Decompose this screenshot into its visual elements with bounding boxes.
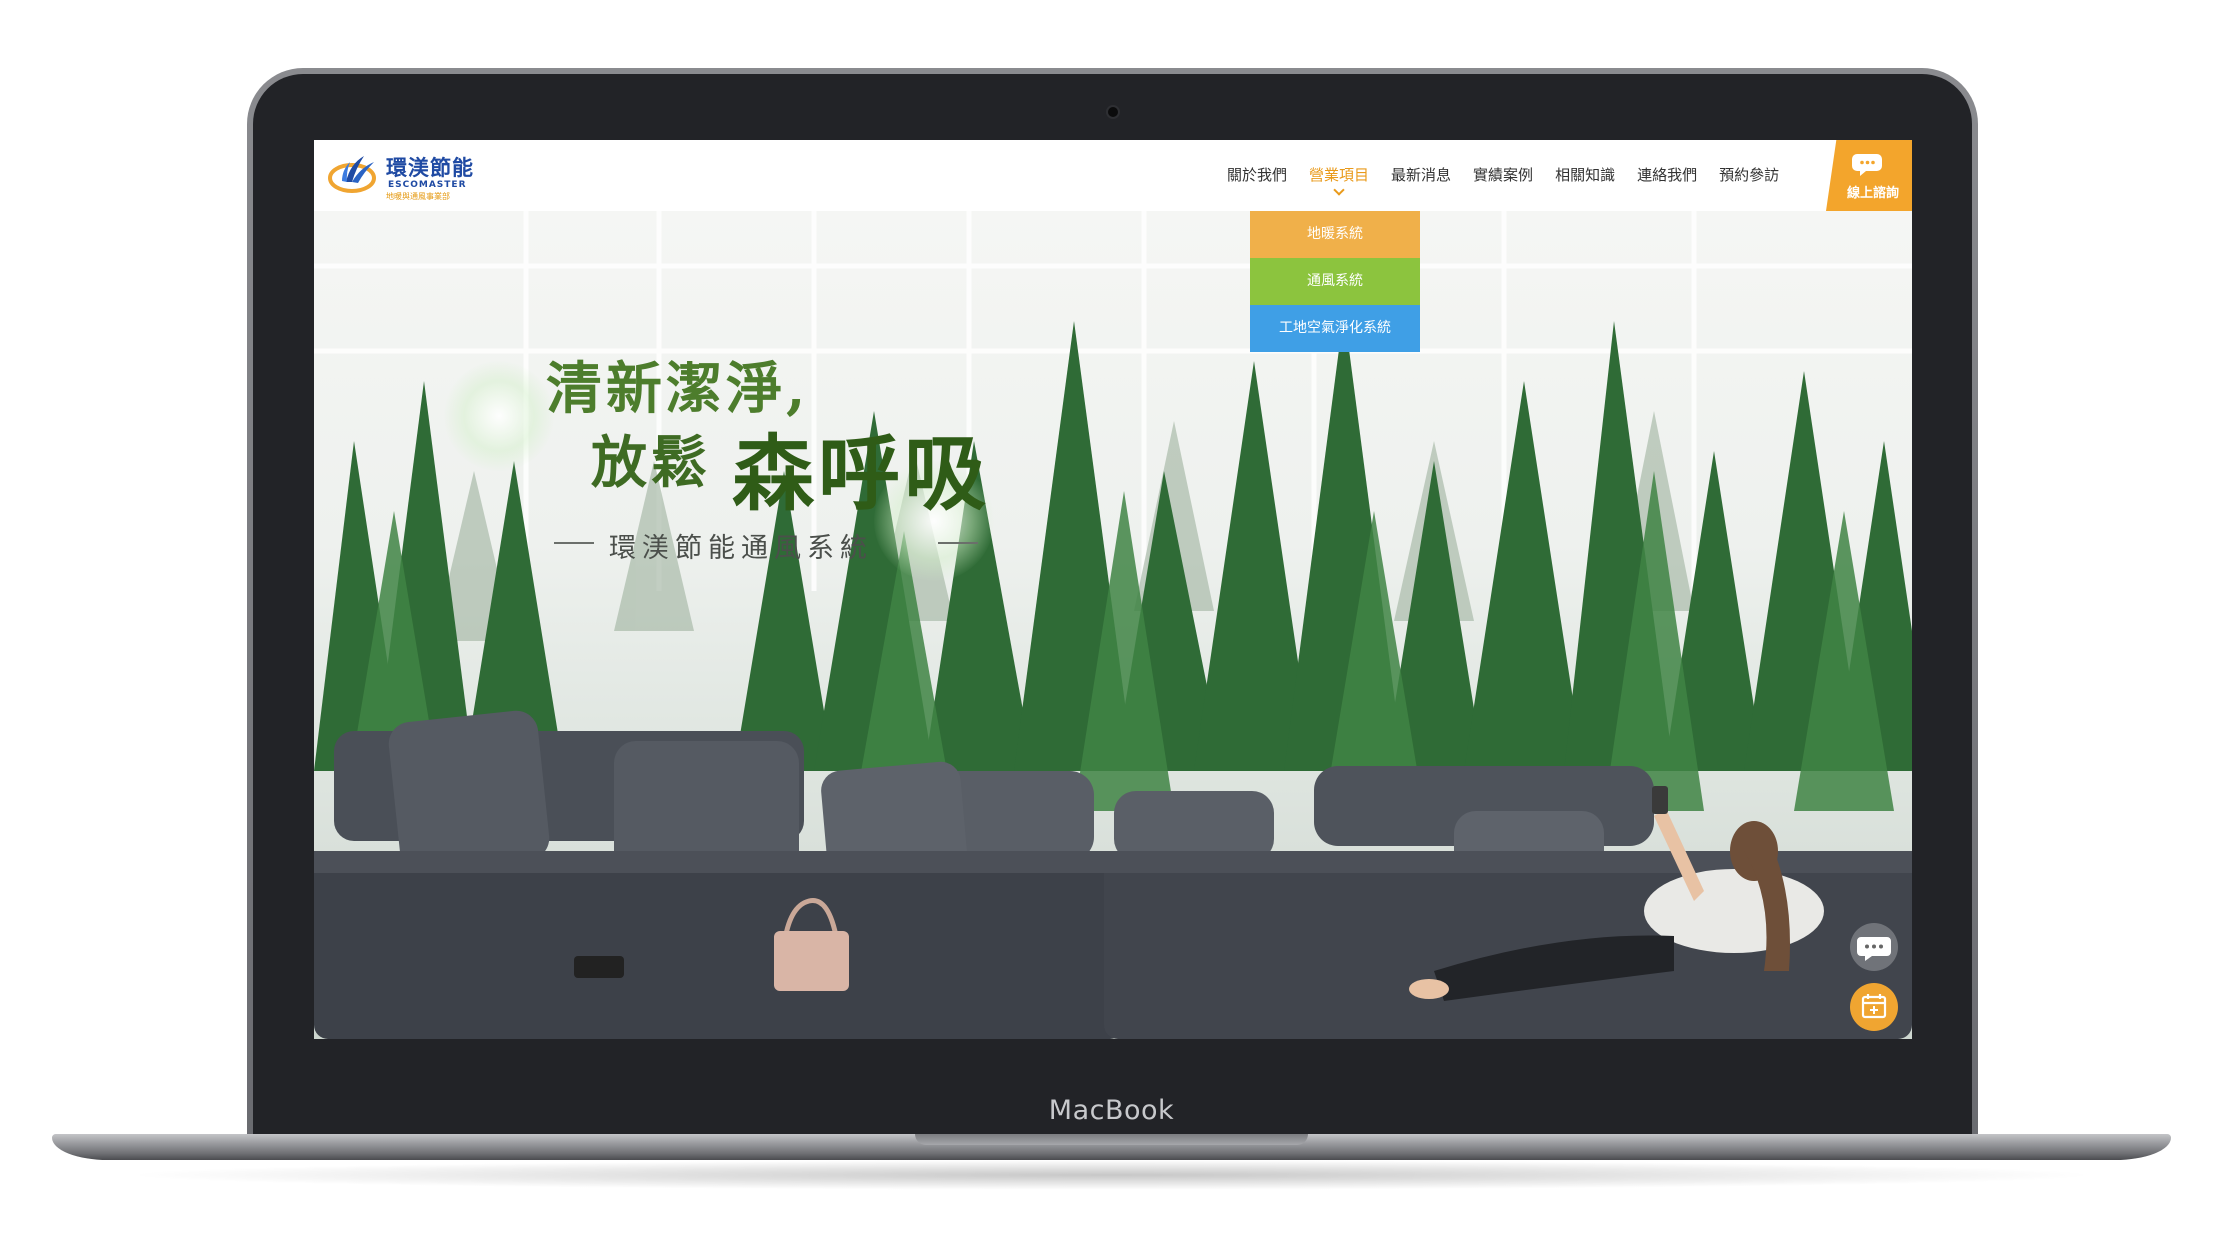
services-dropdown: 地暖系統 通風系統 工地空氣淨化系統 bbox=[1250, 211, 1420, 352]
main-nav: 關於我們 營業項目 最新消息 實績案例 相關知識 連絡我們 預約參訪 bbox=[1216, 140, 1790, 211]
laptop-base-notch bbox=[915, 1134, 1308, 1145]
chat-icon bbox=[1852, 154, 1882, 176]
online-consult-label: 線上諮詢 bbox=[1846, 186, 1899, 201]
dropdown-item-site-air-purification[interactable]: 工地空氣淨化系統 bbox=[1250, 305, 1420, 352]
hero-subtitle-dash bbox=[938, 542, 978, 544]
hero-image bbox=[314, 211, 1912, 1039]
hero-subtitle-dash bbox=[554, 542, 594, 544]
hero-title-line2: 放鬆 bbox=[591, 430, 711, 496]
nav-item-knowledge[interactable]: 相關知識 bbox=[1544, 140, 1626, 211]
laptop-shadow bbox=[120, 1160, 2103, 1190]
hero-title-highlight: 森呼吸 bbox=[732, 426, 991, 522]
logo-leaf-icon bbox=[328, 156, 376, 193]
nav-item-news[interactable]: 最新消息 bbox=[1380, 140, 1462, 211]
logo-name-en: ESCOMASTER bbox=[388, 180, 467, 190]
floating-booking-button[interactable] bbox=[1850, 983, 1898, 1031]
nav-item-services[interactable]: 營業項目 bbox=[1298, 140, 1380, 211]
logo-subtitle: 地暖與通風事業部 bbox=[386, 192, 450, 201]
nav-item-services-label: 營業項目 bbox=[1309, 166, 1370, 184]
dropdown-item-floor-heating[interactable]: 地暖系統 bbox=[1250, 211, 1420, 258]
website-screen: 環渼節能 ESCOMASTER 地暖與通風事業部 關於我們 營業項目 最新消息 … bbox=[314, 140, 1912, 1039]
device-label: MacBook bbox=[1048, 1095, 1175, 1126]
hero-subtitle: 環渼節能通風系統 bbox=[609, 533, 873, 564]
chevron-down-icon bbox=[1333, 184, 1345, 196]
nav-item-cases[interactable]: 實績案例 bbox=[1462, 140, 1544, 211]
logo-name-cn: 環渼節能 bbox=[386, 156, 474, 180]
nav-item-visit[interactable]: 預約參訪 bbox=[1708, 140, 1790, 211]
calendar-icon bbox=[1861, 994, 1887, 1019]
online-consult-button[interactable]: 線上諮詢 bbox=[1826, 140, 1912, 211]
chat-bubble-icon bbox=[1857, 937, 1891, 961]
floating-chat-button[interactable] bbox=[1850, 923, 1898, 971]
hero-banner: 清新潔淨, 放鬆 森呼吸 環渼節能通風系統 bbox=[314, 211, 1912, 1039]
hero-light-glow bbox=[444, 361, 554, 471]
site-header: 環渼節能 ESCOMASTER 地暖與通風事業部 關於我們 營業項目 最新消息 … bbox=[314, 140, 1912, 211]
dropdown-item-ventilation[interactable]: 通風系統 bbox=[1250, 258, 1420, 305]
site-logo[interactable]: 環渼節能 ESCOMASTER 地暖與通風事業部 bbox=[328, 148, 498, 204]
camera-icon bbox=[1108, 107, 1118, 117]
nav-item-about[interactable]: 關於我們 bbox=[1216, 140, 1298, 211]
nav-item-contact[interactable]: 連絡我們 bbox=[1626, 140, 1708, 211]
